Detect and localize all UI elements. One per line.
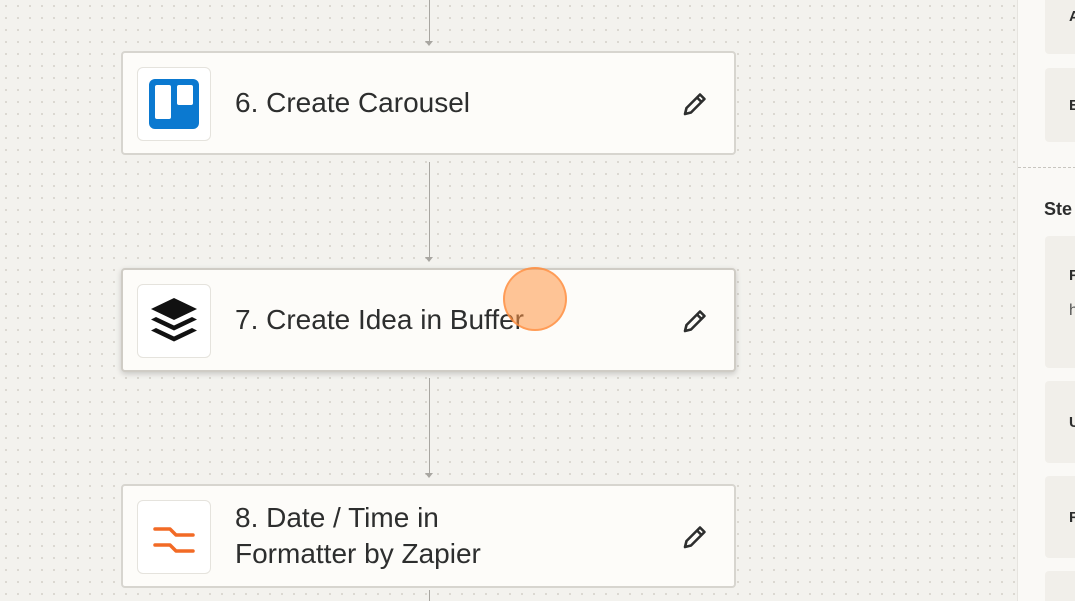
edit-pencil-icon[interactable] (678, 304, 712, 338)
panel-item-label: F (1069, 267, 1075, 284)
panel-item[interactable]: A (1045, 0, 1075, 54)
connector-line (429, 378, 430, 474)
panel-item[interactable]: F h (1045, 236, 1075, 368)
connector-line (429, 162, 430, 258)
step-title: 8. Date / Time in Formatter by Zapier (235, 500, 644, 572)
step-title-line2: Formatter by Zapier (235, 538, 481, 569)
panel-item[interactable]: E (1045, 68, 1075, 142)
panel-item[interactable]: U (1045, 381, 1075, 463)
step-card-8[interactable]: 8. Date / Time in Formatter by Zapier (121, 484, 736, 588)
right-side-panel: A E Ste F h U F (1017, 0, 1075, 601)
edit-pencil-icon[interactable] (678, 520, 712, 554)
edit-pencil-icon[interactable] (678, 87, 712, 121)
step-title: 7. Create Idea in Buffer (235, 304, 524, 335)
panel-item-label: F (1069, 509, 1075, 526)
connector-arrow (425, 41, 433, 46)
connector-line (429, 0, 430, 42)
panel-item[interactable]: F (1045, 476, 1075, 558)
step-title-line1: 8. Date / Time in (235, 502, 439, 533)
step-title: 6. Create Carousel (235, 87, 471, 118)
buffer-icon (137, 284, 211, 358)
cursor-highlight (503, 267, 567, 331)
step-card-6[interactable]: 6. Create Carousel (121, 51, 736, 155)
connector-arrow (425, 257, 433, 262)
formatter-icon (137, 500, 211, 574)
trello-icon (137, 67, 211, 141)
panel-item-label: E (1069, 97, 1075, 114)
panel-divider (1018, 167, 1075, 168)
connector-arrow (425, 473, 433, 478)
panel-item-subtext: h (1069, 302, 1075, 320)
panel-item-label: U (1069, 414, 1075, 431)
connector-line (429, 590, 430, 601)
step-card-7[interactable]: 7. Create Idea in Buffer (121, 268, 736, 372)
panel-item[interactable] (1045, 571, 1075, 601)
panel-item-label: A (1069, 8, 1075, 25)
panel-section-heading: Ste (1044, 199, 1073, 219)
